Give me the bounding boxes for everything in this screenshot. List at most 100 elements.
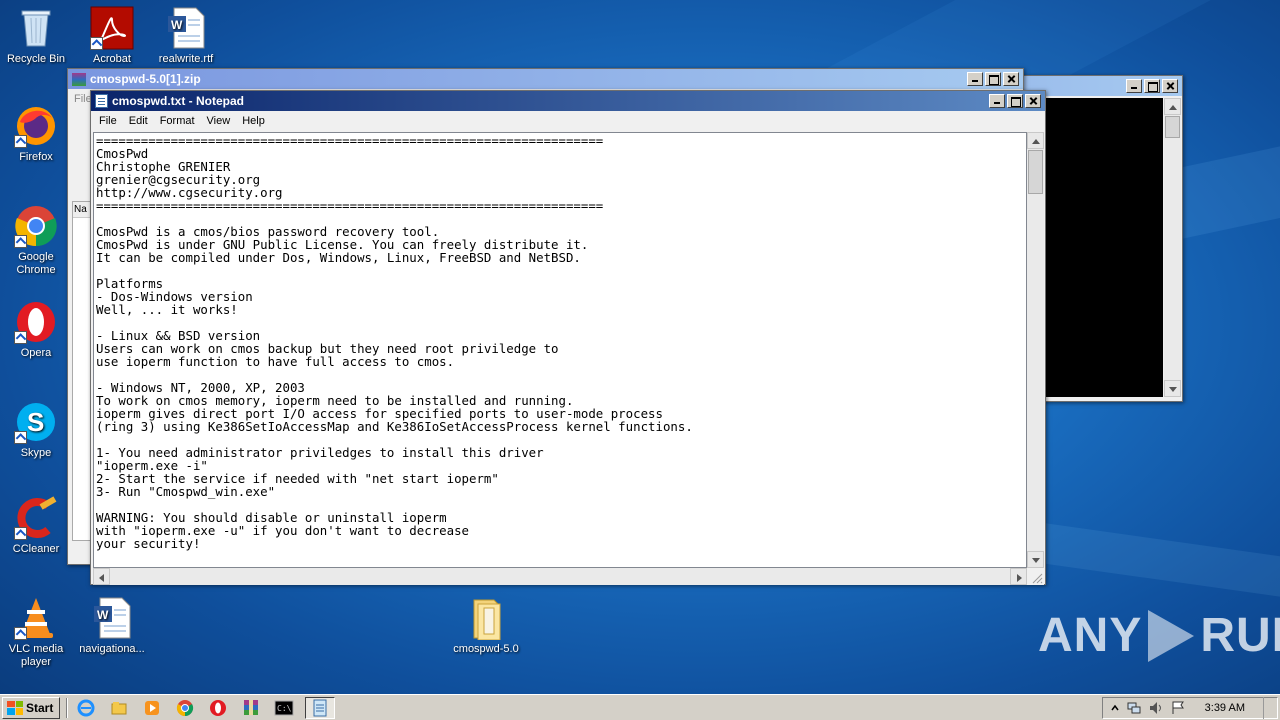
notepad-window[interactable]: cmospwd.txt - Notepad File Edit Format V… [90, 90, 1046, 585]
vlc-icon [14, 596, 58, 640]
explorer-icon [111, 701, 127, 714]
desktop-icon-recycle-bin[interactable]: Recycle Bin [0, 6, 72, 66]
vertical-scrollbar[interactable] [1027, 132, 1044, 568]
scroll-thumb[interactable] [1165, 116, 1180, 138]
word-doc-icon: W [90, 596, 134, 640]
start-label: Start [26, 700, 54, 715]
taskbar-chrome[interactable] [173, 697, 197, 719]
desktop-icon-chrome[interactable]: Google Chrome [0, 204, 72, 277]
minimize-button[interactable] [989, 94, 1005, 108]
acrobat-icon [90, 6, 134, 50]
media-player-icon [145, 700, 160, 715]
anyrun-watermark: ANY RUN [1038, 608, 1280, 663]
svg-text:C:\: C:\ [277, 704, 292, 713]
resize-grip[interactable] [1027, 568, 1044, 585]
clock[interactable]: 3:39 AM [1205, 702, 1245, 714]
notepad-titlebar[interactable]: cmospwd.txt - Notepad [91, 91, 1045, 111]
opera-icon [14, 300, 58, 344]
zip-titlebar[interactable]: cmospwd-5.0[1].zip [68, 69, 1023, 89]
scroll-thumb[interactable] [1028, 150, 1043, 194]
menu-help[interactable]: Help [236, 113, 271, 129]
notepad-menubar: File Edit Format View Help [91, 111, 1045, 131]
word-doc-icon: W [164, 6, 208, 50]
close-button[interactable] [1025, 94, 1041, 108]
desktop-icon-label: Opera [20, 347, 52, 359]
notepad-text-area[interactable]: ========================================… [93, 132, 1027, 568]
desktop-icon-label: Recycle Bin [6, 53, 66, 65]
desktop-icon-label: VLC media player [8, 643, 64, 668]
zip-file-list[interactable]: Na [72, 201, 92, 541]
minimize-button[interactable] [967, 72, 983, 86]
desktop-icon-navigationa[interactable]: W navigationa... [76, 596, 148, 656]
taskbar-explorer[interactable] [107, 697, 131, 719]
show-desktop-button[interactable] [1263, 696, 1269, 719]
menu-edit[interactable]: Edit [123, 113, 154, 129]
taskbar-notepad[interactable] [305, 696, 336, 719]
scroll-left-button[interactable] [93, 568, 110, 585]
scroll-up-button[interactable] [1027, 132, 1044, 149]
skype-icon: S [14, 400, 58, 444]
taskbar-separator [66, 697, 69, 718]
maximize-button[interactable] [985, 72, 1001, 86]
taskbar-media-player[interactable] [140, 697, 164, 719]
desktop-icon-firefox[interactable]: Firefox [0, 104, 72, 164]
desktop-icon-realwrite[interactable]: W realwrite.rtf [150, 6, 222, 66]
desktop-icon-label: Firefox [19, 151, 53, 163]
notepad-icon [313, 699, 327, 716]
desktop-icon-vlc[interactable]: VLC media player [0, 596, 72, 669]
notepad-icon [95, 94, 108, 108]
desktop-icon-skype[interactable]: S Skype [0, 400, 72, 460]
desktop-icon-opera[interactable]: Opera [0, 300, 72, 360]
action-center-flag-icon[interactable] [1171, 701, 1185, 715]
ccleaner-icon [14, 496, 58, 540]
maximize-button[interactable] [1007, 94, 1023, 108]
taskbar-cmd[interactable]: C:\ [272, 697, 296, 719]
cmd-icon: C:\ [274, 700, 294, 715]
watermark-right: RUN [1200, 609, 1280, 662]
tray-expand-icon[interactable] [1111, 701, 1119, 715]
opera-icon [210, 699, 227, 716]
notepad-content: ========================================… [96, 133, 693, 551]
desktop-icon-ccleaner[interactable]: CCleaner [0, 496, 72, 556]
system-tray: 3:39 AM [1101, 696, 1278, 719]
scroll-up-button[interactable] [1164, 98, 1181, 115]
zip-column-name[interactable]: Na [73, 202, 91, 218]
desktop-icon-cmospwd-folder[interactable]: cmospwd-5.0 [450, 596, 522, 656]
horizontal-scrollbar[interactable] [93, 568, 1027, 585]
desktop-icon-acrobat[interactable]: Acrobat [76, 6, 148, 66]
svg-text:W: W [171, 18, 183, 32]
notepad-title: cmospwd.txt - Notepad [112, 94, 245, 108]
zip-title: cmospwd-5.0[1].zip [90, 72, 201, 86]
menu-file[interactable]: File [93, 113, 123, 129]
taskbar: Start C:\ 3:39 AM [0, 694, 1280, 720]
svg-text:S: S [27, 407, 44, 437]
volume-icon[interactable] [1149, 701, 1163, 715]
desktop-icon-label: Google Chrome [16, 251, 56, 276]
scroll-down-button[interactable] [1027, 551, 1044, 568]
firefox-icon [14, 104, 58, 148]
winrar-icon [244, 699, 259, 715]
menu-format[interactable]: Format [154, 113, 201, 129]
taskbar-ie[interactable] [74, 697, 98, 719]
folder-icon [464, 596, 508, 641]
play-logo-icon [1148, 609, 1195, 662]
desktop-icon-label: Skype [20, 447, 52, 459]
chrome-icon [14, 204, 58, 248]
desktop-icon-label: navigationa... [79, 643, 145, 655]
menu-view[interactable]: View [201, 113, 237, 129]
winrar-icon [72, 72, 86, 86]
close-button[interactable] [1003, 72, 1019, 86]
scroll-right-button[interactable] [1010, 568, 1027, 585]
recycle-bin-icon [14, 6, 58, 50]
svg-text:W: W [97, 608, 109, 622]
network-icon[interactable] [1127, 701, 1141, 715]
desktop-icon-label: Acrobat [93, 53, 131, 65]
maximize-button[interactable] [1144, 79, 1160, 93]
cmd-vertical-scrollbar[interactable] [1164, 98, 1181, 397]
taskbar-opera[interactable] [206, 697, 230, 719]
close-button[interactable] [1162, 79, 1178, 93]
minimize-button[interactable] [1126, 79, 1142, 93]
start-button[interactable]: Start [2, 696, 61, 719]
scroll-down-button[interactable] [1164, 380, 1181, 397]
taskbar-winrar[interactable] [239, 697, 263, 719]
